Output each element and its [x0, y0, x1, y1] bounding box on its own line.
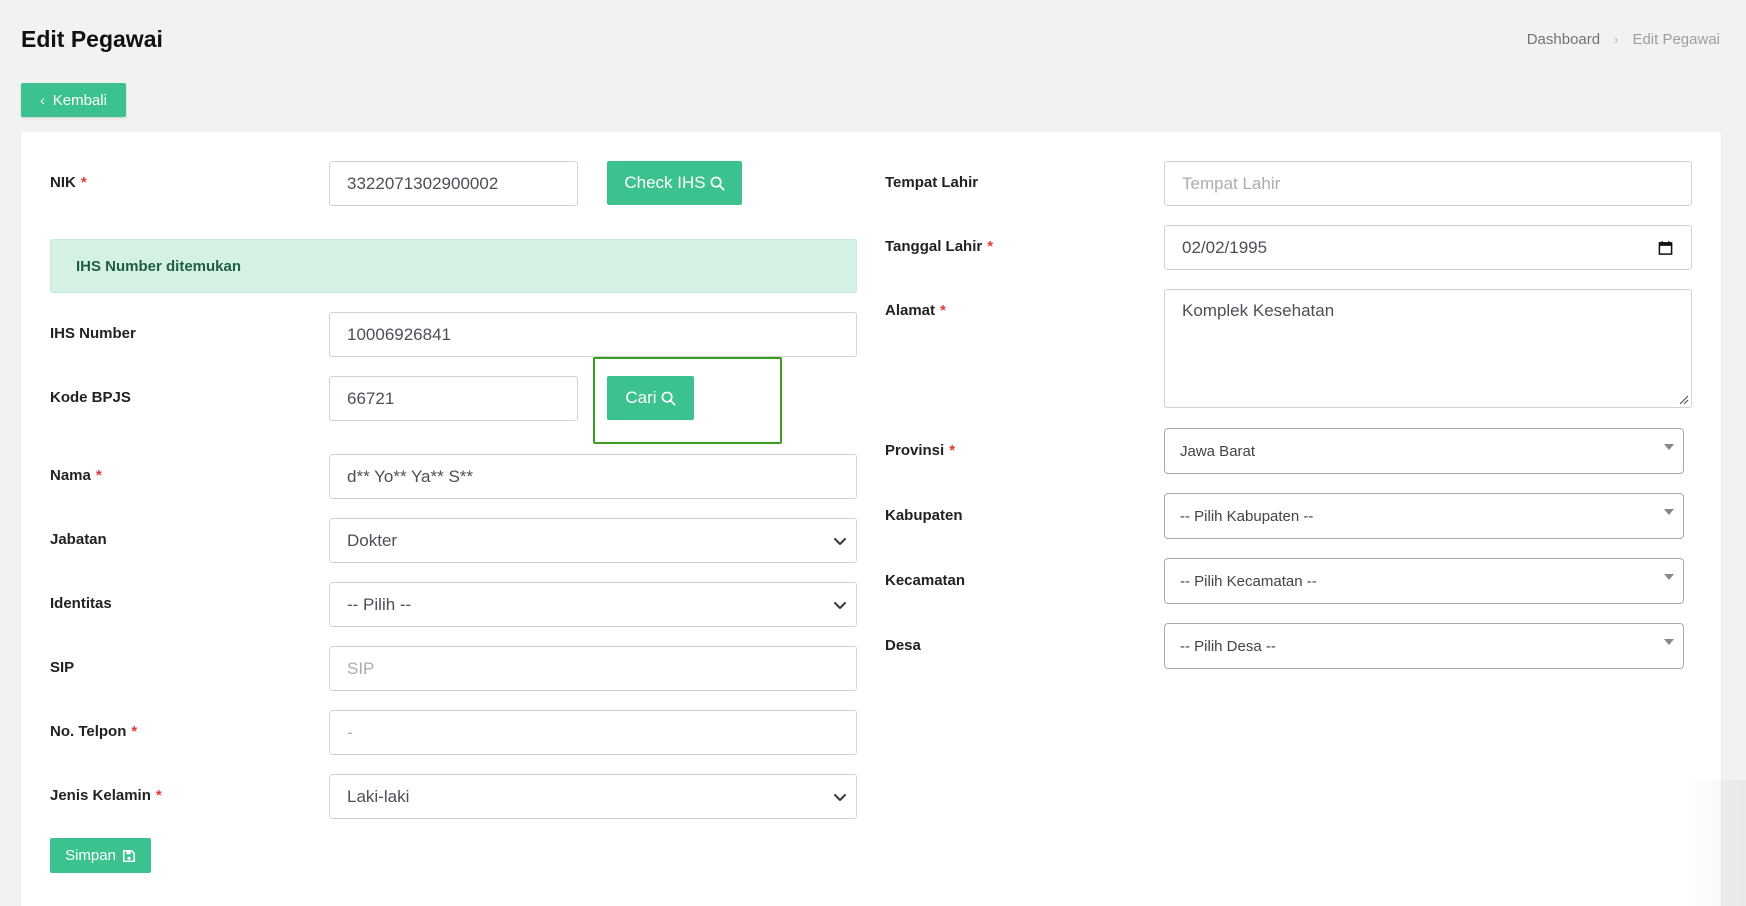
tanggal-lahir-label: Tanggal Lahir * [885, 238, 993, 255]
jenis-kelamin-label: Jenis Kelamin * [50, 787, 162, 804]
search-icon [661, 391, 676, 405]
required-mark: * [940, 302, 946, 319]
kabupaten-label: Kabupaten [885, 507, 963, 524]
search-icon [710, 176, 725, 190]
nama-input[interactable]: d** Yo** Ya** S** [329, 454, 857, 499]
jenis-kelamin-select-value: Laki-laki [347, 786, 410, 806]
calendar-icon[interactable] [1658, 240, 1673, 255]
simpan-button-label: Simpan [65, 847, 116, 864]
chevron-down-icon [834, 537, 846, 545]
telpon-label-text: No. Telpon [50, 723, 127, 740]
breadcrumb-separator-icon: › [1614, 32, 1619, 47]
back-button-label: Kembali [52, 91, 107, 109]
caret-down-icon [1664, 574, 1674, 580]
jabatan-label: Jabatan [50, 531, 107, 548]
breadcrumb-current: Edit Pegawai [1632, 31, 1720, 48]
chevron-down-icon [834, 793, 846, 801]
breadcrumb-dashboard-link[interactable]: Dashboard [1527, 31, 1600, 48]
kecamatan-label: Kecamatan [885, 572, 966, 589]
tanggal-lahir-value: 02/02/1995 [1182, 237, 1268, 257]
desa-label: Desa [885, 637, 921, 654]
tanggal-lahir-input[interactable]: 02/02/1995 [1164, 225, 1692, 270]
provinsi-select[interactable]: Jawa Barat [1164, 428, 1684, 474]
identitas-select-value: -- Pilih -- [347, 594, 412, 614]
chevron-left-icon: ‹ [40, 92, 45, 108]
resize-handle-icon[interactable] [1677, 393, 1689, 405]
provinsi-label: Provinsi * [885, 442, 955, 459]
tanggal-lahir-label-text: Tanggal Lahir [885, 238, 983, 255]
caret-down-icon [1664, 509, 1674, 515]
jabatan-select[interactable]: Dokter [329, 518, 857, 563]
telpon-label: No. Telpon * [50, 723, 137, 740]
check-ihs-button-label: Check IHS [624, 173, 706, 192]
provinsi-label-text: Provinsi [885, 442, 945, 459]
required-mark: * [131, 723, 138, 740]
nik-label: NIK * [50, 174, 87, 191]
identitas-select[interactable]: -- Pilih -- [329, 582, 857, 627]
identitas-label: Identitas [50, 595, 112, 612]
nama-label: Nama * [50, 467, 102, 484]
chevron-down-icon [834, 601, 846, 609]
nama-label-text: Nama [50, 467, 91, 484]
ihs-found-alert: IHS Number ditemukan [50, 239, 857, 293]
nik-input[interactable]: 3322071302900002 [329, 161, 578, 206]
kabupaten-select[interactable]: -- Pilih Kabupaten -- [1164, 493, 1684, 539]
provinsi-select-value: Jawa Barat [1180, 442, 1256, 460]
alamat-label: Alamat * [885, 302, 946, 319]
jenis-kelamin-select[interactable]: Laki-laki [329, 774, 857, 819]
simpan-button[interactable]: Simpan [50, 838, 151, 873]
alamat-textarea[interactable]: Komplek Kesehatan [1164, 289, 1692, 408]
save-icon [122, 849, 135, 862]
required-mark: * [987, 238, 994, 255]
overlay-shadow [1686, 780, 1746, 906]
tempat-lahir-input[interactable]: Tempat Lahir [1164, 161, 1692, 206]
alamat-label-text: Alamat [885, 302, 936, 319]
required-mark: * [949, 442, 956, 459]
kecamatan-select[interactable]: -- Pilih Kecamatan -- [1164, 558, 1684, 604]
sip-label: SIP [50, 659, 75, 676]
page-title: Edit Pegawai [21, 26, 163, 52]
required-mark: * [155, 787, 162, 804]
nik-label-text: NIK [50, 174, 76, 191]
alamat-value: Komplek Kesehatan [1182, 301, 1335, 320]
desa-select[interactable]: -- Pilih Desa -- [1164, 623, 1684, 669]
jabatan-select-value: Dokter [347, 530, 398, 550]
caret-down-icon [1664, 444, 1674, 450]
check-ihs-button[interactable]: Check IHS [607, 161, 742, 205]
desa-select-value: -- Pilih Desa -- [1180, 637, 1276, 655]
kecamatan-select-value: -- Pilih Kecamatan -- [1180, 572, 1317, 590]
required-mark: * [95, 467, 102, 484]
tempat-lahir-label: Tempat Lahir [885, 174, 979, 191]
ihs-number-input[interactable]: 10006926841 [329, 312, 857, 357]
breadcrumb: Dashboard › Edit Pegawai [1527, 31, 1720, 48]
kode-bpjs-input[interactable]: 66721 [329, 376, 578, 421]
cari-button-label: Cari [625, 388, 657, 407]
caret-down-icon [1664, 639, 1674, 645]
cari-button[interactable]: Cari [607, 376, 694, 420]
jenis-kelamin-label-text: Jenis Kelamin [50, 787, 151, 804]
back-button[interactable]: ‹ Kembali [21, 83, 126, 117]
required-mark: * [80, 174, 87, 191]
kabupaten-select-value: -- Pilih Kabupaten -- [1180, 507, 1314, 525]
kode-bpjs-label: Kode BPJS [50, 389, 131, 406]
ihs-number-label: IHS Number [50, 325, 136, 342]
telpon-input[interactable]: - [329, 710, 857, 755]
sip-input[interactable]: SIP [329, 646, 857, 691]
